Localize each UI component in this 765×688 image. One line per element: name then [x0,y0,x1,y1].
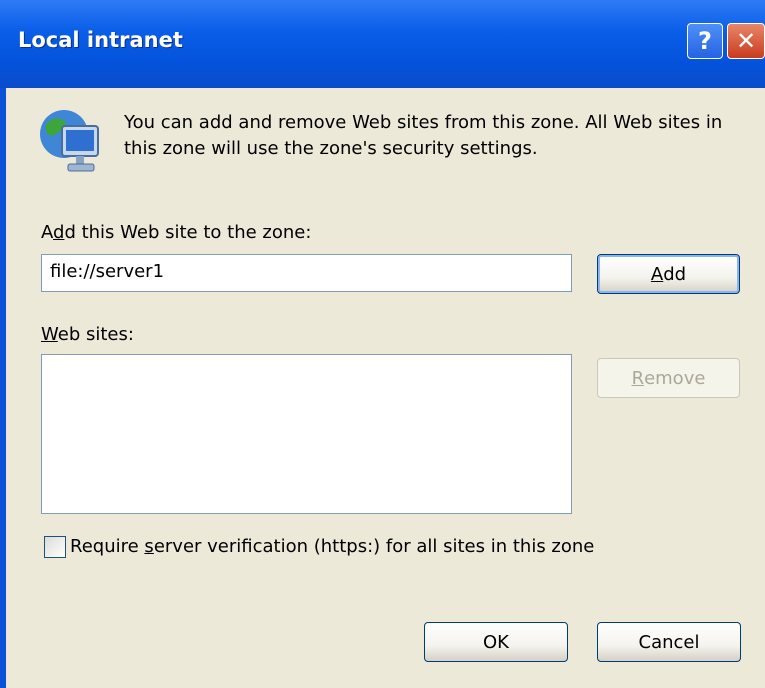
dialog-title: Local intranet [18,28,183,52]
add-site-input[interactable]: file://server1 [41,254,572,292]
require-verification-label[interactable]: Require server verification (https:) for… [70,536,594,557]
dialog-window: Local intranet ? ✕ You can add and remov… [0,0,765,688]
close-button[interactable]: ✕ [727,23,765,59]
dialog-body: You can add and remove Web sites from th… [6,88,765,688]
add-site-label: Add this Web site to the zone: [41,222,312,243]
help-button[interactable]: ? [687,23,723,59]
require-verification-checkbox[interactable] [44,536,66,558]
close-icon: ✕ [735,27,757,55]
web-sites-list[interactable] [41,354,572,514]
ok-button[interactable]: OK [424,622,568,662]
title-bar[interactable]: Local intranet ? ✕ [0,0,765,88]
add-button[interactable]: Add [597,254,740,294]
remove-button[interactable]: Remove [597,358,740,398]
globe-computer-icon [40,110,99,172]
cancel-button[interactable]: Cancel [597,622,741,662]
web-sites-label: Web sites: [41,324,134,345]
help-icon: ? [698,27,712,55]
zone-info-text: You can add and remove Web sites from th… [124,112,723,159]
